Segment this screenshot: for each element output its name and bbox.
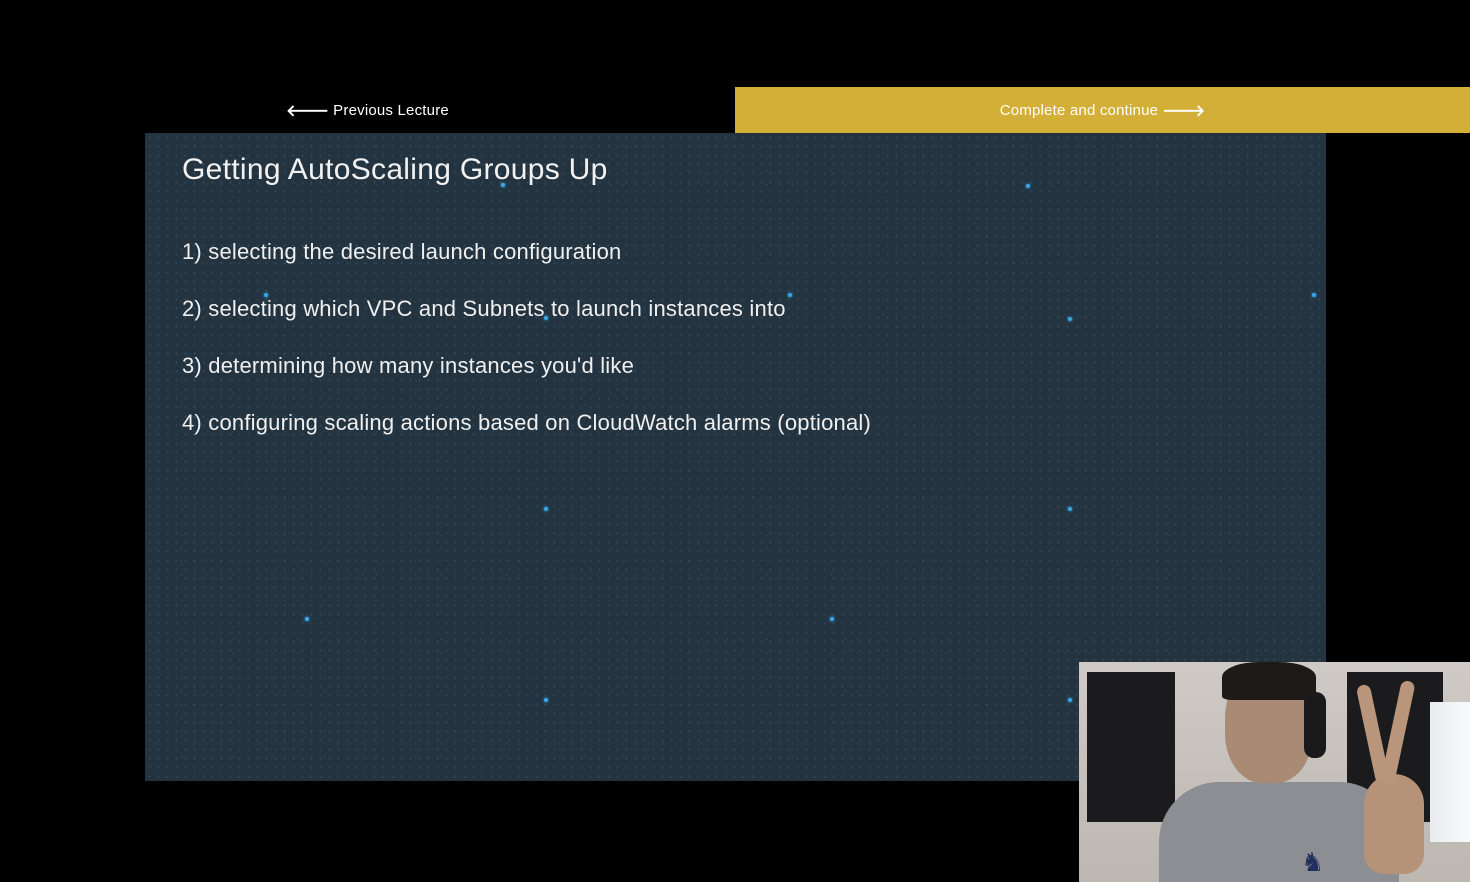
star-dot bbox=[1312, 293, 1316, 297]
star-dot bbox=[1068, 317, 1072, 321]
moose-logo-icon: ♞ bbox=[1301, 847, 1325, 877]
slide-item: 4) configuring scaling actions based on … bbox=[182, 410, 872, 435]
instructor-hand bbox=[1364, 774, 1424, 874]
previous-lecture-button[interactable]: 🡐 Previous Lecture bbox=[0, 87, 735, 133]
window-light bbox=[1430, 702, 1470, 842]
star-dot bbox=[1068, 507, 1072, 511]
star-dot bbox=[1026, 184, 1030, 188]
slide-bullet-list: 1) selecting the desired launch configur… bbox=[182, 235, 871, 463]
slide-item: 2) selecting which VPC and Subnets to la… bbox=[182, 296, 786, 321]
slide-item: 1) selecting the desired launch configur… bbox=[182, 239, 622, 264]
lecture-player-page: 🡐 Previous Lecture Complete and continue… bbox=[0, 0, 1470, 882]
star-dot bbox=[830, 617, 834, 621]
star-dot bbox=[544, 698, 548, 702]
acoustic-panel bbox=[1087, 672, 1175, 822]
arrow-left-icon: 🡐 bbox=[286, 102, 330, 120]
star-dot bbox=[305, 617, 309, 621]
previous-lecture-label: Previous Lecture bbox=[333, 101, 449, 119]
instructor-body bbox=[1159, 782, 1399, 882]
star-dot bbox=[544, 507, 548, 511]
slide-title: Getting AutoScaling Groups Up bbox=[182, 153, 608, 186]
headphones-icon bbox=[1304, 692, 1326, 758]
slide-item: 3) determining how many instances you'd … bbox=[182, 353, 635, 378]
star-dot bbox=[1068, 698, 1072, 702]
complete-and-continue-label: Complete and continue bbox=[999, 101, 1159, 119]
arrow-right-icon: 🡒 bbox=[1162, 102, 1206, 120]
instructor-webcam-overlay: ♞ bbox=[1079, 662, 1470, 882]
complete-and-continue-button[interactable]: Complete and continue 🡒 bbox=[735, 87, 1470, 133]
instructor-hair bbox=[1222, 662, 1316, 700]
lecture-nav-bar: 🡐 Previous Lecture Complete and continue… bbox=[0, 87, 1470, 133]
